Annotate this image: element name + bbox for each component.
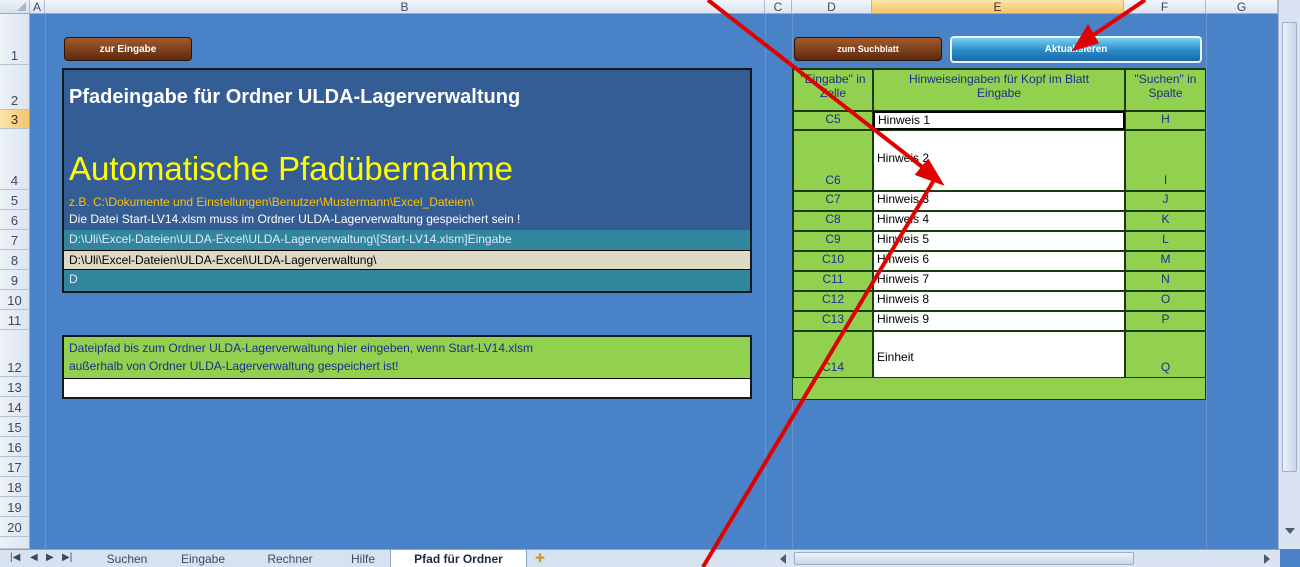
red-arrow-head	[1071, 24, 1099, 52]
red-arrow-line	[701, 173, 939, 567]
red-arrow-line	[1084, 0, 1147, 42]
red-arrow-line	[706, 0, 932, 175]
annotation-arrows	[701, 0, 1147, 567]
